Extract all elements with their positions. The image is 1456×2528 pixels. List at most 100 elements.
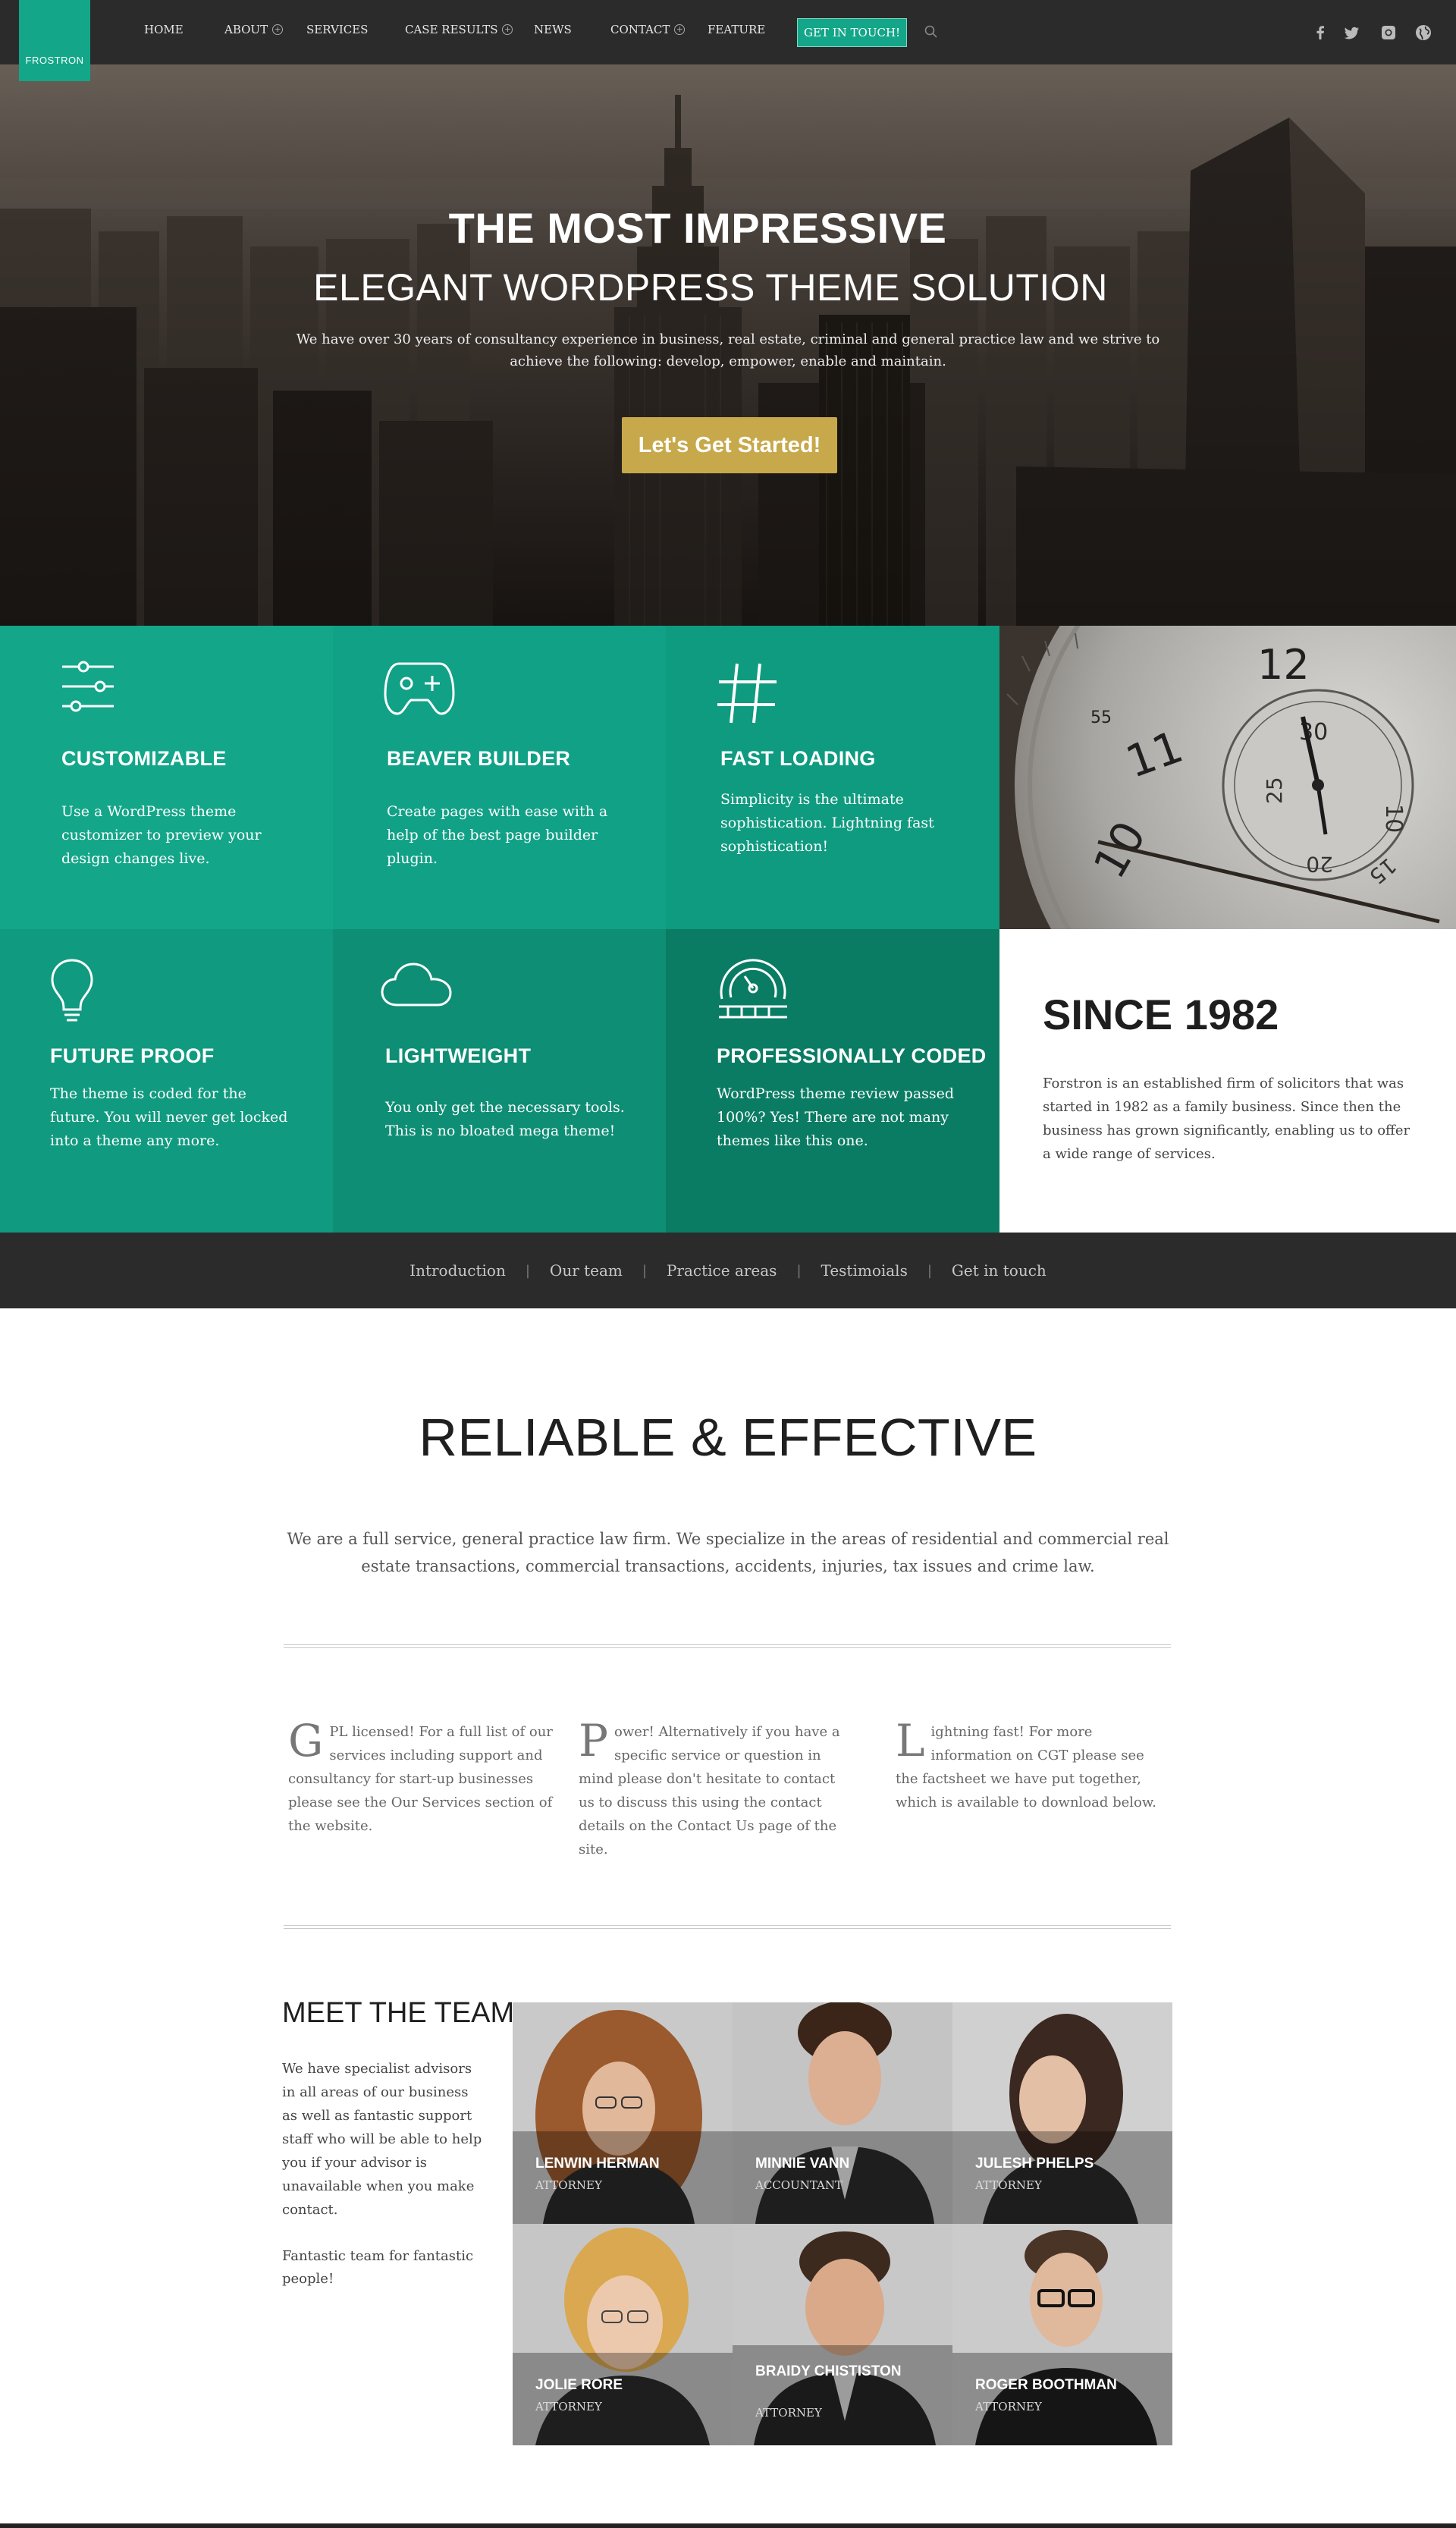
feature-text: The theme is coded for the future. You w… xyxy=(50,1085,288,1149)
site-logo[interactable]: FROSTRON xyxy=(19,0,90,81)
team-member-card[interactable]: JOLIE RORE ATTORNEY xyxy=(513,2224,733,2445)
feature-customizable: CUSTOMIZABLE Use a WordPress theme custo… xyxy=(0,626,333,929)
plus-circle-icon[interactable]: + xyxy=(502,24,513,35)
double-divider xyxy=(284,1644,1171,1648)
dropcap: L xyxy=(896,1715,925,1766)
plus-circle-icon[interactable]: + xyxy=(674,24,686,35)
get-in-touch-button[interactable]: GET IN TOUCH! xyxy=(797,18,908,47)
column-text: ower! Alternatively if you have a specif… xyxy=(579,1724,840,1858)
hero-subtitle: ELEGANT WORDPRESS THEME SOLUTION xyxy=(313,266,1108,309)
nav-item-home[interactable]: HOME xyxy=(144,23,184,36)
nav-item-feature[interactable]: FEATURE xyxy=(708,23,765,36)
hashtag-icon xyxy=(717,663,777,724)
reliable-title: RELIABLE & EFFECTIVE xyxy=(419,1408,1037,1467)
facebook-icon[interactable] xyxy=(1310,23,1330,42)
subnav-testimonials[interactable]: Testimoials xyxy=(821,1261,908,1280)
member-name: JOLIE RORE xyxy=(535,2377,623,2393)
member-role: ATTORNEY xyxy=(535,2178,602,2192)
subnav-our-team[interactable]: Our team xyxy=(550,1261,623,1280)
since-text: Forstron is an established firm of solic… xyxy=(1043,1076,1410,1162)
svg-text:55: 55 xyxy=(1090,708,1112,727)
nav-item-services[interactable]: SERVICES xyxy=(306,23,368,36)
reliable-description: We are a full service, general practice … xyxy=(287,1530,1169,1575)
nav-label: CASE RESULTS xyxy=(405,23,498,36)
team-member-card[interactable]: BRAIDY CHISTISTON ATTORNEY xyxy=(733,2224,952,2445)
search-icon[interactable] xyxy=(924,24,939,39)
lightbulb-icon xyxy=(51,959,93,1022)
footer-edge xyxy=(0,2523,1456,2528)
member-name: ROGER BOOTHMAN xyxy=(975,2377,1117,2393)
speedometer-icon xyxy=(719,959,787,1019)
dropcap: P xyxy=(579,1715,609,1766)
team-member-card[interactable]: MINNIE VANN ACCOUNTANT xyxy=(733,2002,952,2224)
cloud-icon xyxy=(381,963,452,1006)
feature-title: LIGHTWEIGHT xyxy=(385,1044,532,1067)
svg-text:10: 10 xyxy=(1380,804,1407,833)
get-started-button[interactable]: Let's Get Started! xyxy=(622,417,837,473)
hero-banner: THE MOST IMPRESSIVE ELEGANT WORDPRESS TH… xyxy=(0,64,1456,626)
hero-description: We have over 30 years of consultancy exp… xyxy=(296,331,1160,369)
nav-item-case-results[interactable]: CASE RESULTS + xyxy=(405,23,513,36)
feature-title: BEAVER BUILDER xyxy=(387,747,571,770)
dropcap: G xyxy=(288,1715,324,1766)
subnav-get-in-touch[interactable]: Get in touch xyxy=(952,1261,1046,1280)
separator: | xyxy=(796,1262,802,1279)
sliders-icon xyxy=(62,661,114,712)
svg-text:12: 12 xyxy=(1257,641,1310,689)
feature-text: Create pages with ease with a help of th… xyxy=(387,803,608,867)
since-1982-panel: SINCE 1982 Forstron is an established fi… xyxy=(999,929,1456,1233)
plus-circle-icon[interactable]: + xyxy=(272,24,284,35)
member-role: ATTORNEY xyxy=(535,2400,602,2413)
feature-text: Simplicity is the ultimate sophisticatio… xyxy=(720,791,934,855)
svg-text:25: 25 xyxy=(1262,777,1287,804)
nav-label: ABOUT xyxy=(224,23,268,36)
feature-text: You only get the necessary tools. This i… xyxy=(385,1099,625,1139)
twitter-icon[interactable] xyxy=(1342,23,1362,42)
nav-item-contact[interactable]: CONTACT + xyxy=(610,23,686,36)
nav-label: FEATURE xyxy=(708,23,766,36)
separator: | xyxy=(642,1262,647,1279)
team-member-card[interactable]: LENWIN HERMAN ATTORNEY xyxy=(513,2002,733,2224)
feature-fast-loading: FAST LOADING Simplicity is the ultimate … xyxy=(666,626,999,929)
feature-text: Use a WordPress theme customizer to prev… xyxy=(61,803,262,867)
team-member-card[interactable]: JULESH PHELPS ATTORNEY xyxy=(952,2002,1172,2224)
feature-professionally-coded: PROFESSIONALLY CODED WordPress theme rev… xyxy=(666,929,999,1233)
nav-label: SERVICES xyxy=(306,23,369,36)
instagram-icon[interactable] xyxy=(1379,23,1398,42)
feature-lightweight: LIGHTWEIGHT You only get the necessary t… xyxy=(333,929,666,1233)
globe-icon[interactable] xyxy=(1414,23,1433,42)
separator: | xyxy=(927,1262,932,1279)
feature-title: PROFESSIONALLY CODED xyxy=(717,1044,987,1067)
svg-text:20: 20 xyxy=(1306,852,1333,877)
member-role: ATTORNEY xyxy=(975,2178,1042,2192)
team-title: MEET THE TEAM xyxy=(282,1997,515,2029)
feature-title: FAST LOADING xyxy=(720,747,876,770)
column-text: PL licensed! For a full list of our serv… xyxy=(288,1724,553,1834)
info-column-2: Power! Alternatively if you have a speci… xyxy=(579,1715,852,1861)
nav-item-news[interactable]: NEWS xyxy=(534,23,572,36)
subnav-practice-areas[interactable]: Practice areas xyxy=(667,1261,777,1280)
team-member-card[interactable]: ROGER BOOTHMAN ATTORNEY xyxy=(952,2224,1172,2445)
gamepad-icon xyxy=(384,662,455,715)
since-title: SINCE 1982 xyxy=(1043,991,1279,1038)
feature-text: WordPress theme review passed 100%? Yes!… xyxy=(717,1085,955,1149)
pocket-watch-image: 30 10 25 20 15 10 11 12 55 xyxy=(999,626,1456,929)
feature-title: FUTURE PROOF xyxy=(50,1044,215,1067)
member-name: BRAIDY CHISTISTON xyxy=(755,2363,902,2379)
top-navbar: FROSTRON HOME ABOUT + SERVICES CASE RESUL… xyxy=(0,0,1456,81)
member-role: ATTORNEY xyxy=(755,2406,822,2420)
section-subnav: Introduction | Our team | Practice areas… xyxy=(0,1233,1456,1308)
separator: | xyxy=(525,1262,530,1279)
nav-label: HOME xyxy=(144,23,184,36)
info-column-1: G PL licensed! For a full list of our ser… xyxy=(288,1715,561,1838)
info-column-3: Lightning fast! For more information on … xyxy=(896,1715,1169,1814)
member-role: ACCOUNTANT xyxy=(755,2178,843,2192)
team-tagline: Fantastic team for fantastic people! xyxy=(282,2248,474,2287)
nav-label: CONTACT xyxy=(610,23,670,36)
nav-item-about[interactable]: ABOUT + xyxy=(224,23,284,36)
member-name: MINNIE VANN xyxy=(755,2156,850,2172)
feature-future-proof: FUTURE PROOF The theme is coded for the … xyxy=(0,929,333,1233)
double-divider xyxy=(284,1925,1171,1929)
team-description: We have specialist advisors in all areas… xyxy=(282,2061,482,2218)
subnav-introduction[interactable]: Introduction xyxy=(410,1261,506,1280)
